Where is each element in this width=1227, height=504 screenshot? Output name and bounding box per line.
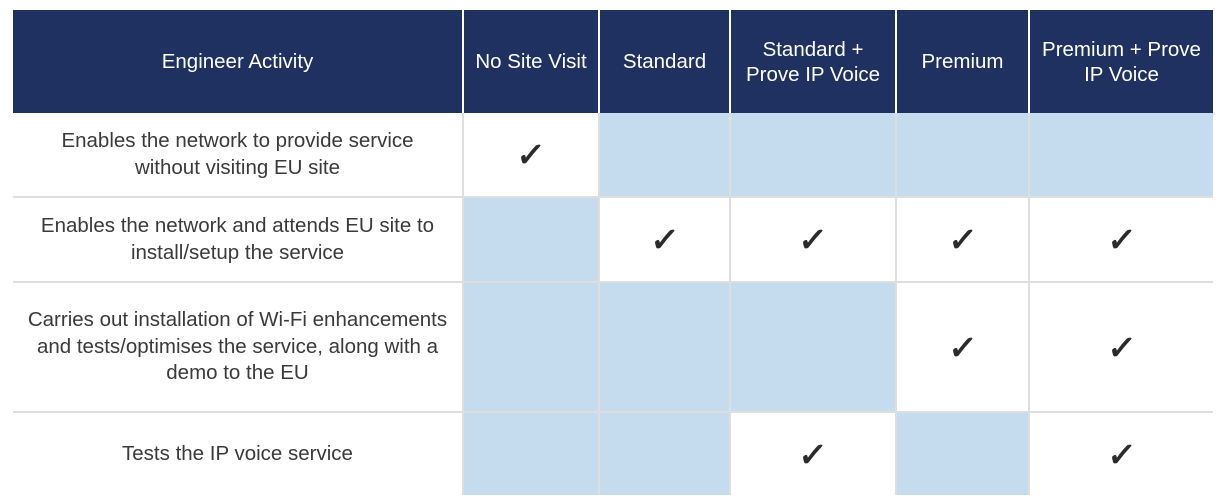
table-row: Enables the network and attends EU site … bbox=[13, 198, 1213, 283]
check-icon: ✓ bbox=[797, 435, 829, 473]
check-icon: ✓ bbox=[946, 221, 979, 258]
matrix-cell-no-site-visit[interactable] bbox=[464, 198, 600, 283]
table-row: Carries out installation of Wi-Fi enhanc… bbox=[13, 283, 1213, 413]
check-icon: ✓ bbox=[648, 221, 681, 258]
check-icon: ✓ bbox=[797, 221, 829, 258]
matrix-cell-standard-prove-ip-voice[interactable]: ✓ bbox=[731, 413, 897, 495]
column-header-premium-prove-ip-voice: Premium + Prove IP Voice bbox=[1030, 10, 1213, 113]
table-row: Tests the IP voice service ✓ ✓ bbox=[13, 413, 1213, 495]
check-icon: ✓ bbox=[946, 328, 979, 366]
matrix-cell-no-site-visit[interactable] bbox=[464, 283, 600, 413]
matrix-cell-standard[interactable] bbox=[600, 113, 731, 198]
matrix-cell-standard[interactable] bbox=[600, 413, 731, 495]
matrix-cell-premium[interactable] bbox=[897, 113, 1030, 198]
activity-label: Carries out installation of Wi-Fi enhanc… bbox=[13, 283, 464, 413]
matrix-cell-premium[interactable]: ✓ bbox=[897, 198, 1030, 283]
matrix-cell-standard-prove-ip-voice[interactable] bbox=[731, 283, 897, 413]
table-row: Enables the network to provide service w… bbox=[13, 113, 1213, 198]
column-header-standard: Standard bbox=[600, 10, 731, 113]
check-icon: ✓ bbox=[515, 136, 547, 173]
matrix-cell-premium[interactable]: ✓ bbox=[897, 283, 1030, 413]
header-row: Engineer Activity No Site Visit Standard… bbox=[13, 10, 1213, 113]
matrix-cell-no-site-visit[interactable]: ✓ bbox=[464, 113, 600, 198]
matrix-cell-standard-prove-ip-voice[interactable]: ✓ bbox=[731, 198, 897, 283]
matrix-cell-no-site-visit[interactable] bbox=[464, 413, 600, 495]
check-icon: ✓ bbox=[1105, 221, 1138, 258]
matrix-cell-premium-prove-ip-voice[interactable]: ✓ bbox=[1030, 283, 1213, 413]
matrix-cell-premium[interactable] bbox=[897, 413, 1030, 495]
column-header-no-site-visit: No Site Visit bbox=[464, 10, 600, 113]
column-header-engineer-activity: Engineer Activity bbox=[13, 10, 464, 113]
table-body: Enables the network to provide service w… bbox=[13, 113, 1213, 495]
activity-label: Enables the network and attends EU site … bbox=[13, 198, 464, 283]
matrix-cell-premium-prove-ip-voice[interactable]: ✓ bbox=[1030, 413, 1213, 495]
matrix-cell-premium-prove-ip-voice[interactable] bbox=[1030, 113, 1213, 198]
matrix-cell-standard-prove-ip-voice[interactable] bbox=[731, 113, 897, 198]
matrix-cell-premium-prove-ip-voice[interactable]: ✓ bbox=[1030, 198, 1213, 283]
check-icon: ✓ bbox=[1105, 435, 1138, 473]
column-header-premium: Premium bbox=[897, 10, 1030, 113]
matrix-cell-standard[interactable]: ✓ bbox=[600, 198, 731, 283]
page-container: Engineer Activity No Site Visit Standard… bbox=[0, 0, 1227, 504]
table-header: Engineer Activity No Site Visit Standard… bbox=[13, 10, 1213, 113]
check-icon: ✓ bbox=[1105, 328, 1138, 366]
activity-label: Enables the network to provide service w… bbox=[13, 113, 464, 198]
matrix-cell-standard[interactable] bbox=[600, 283, 731, 413]
column-header-standard-prove-ip-voice: Standard + Prove IP Voice bbox=[731, 10, 897, 113]
activity-label: Tests the IP voice service bbox=[13, 413, 464, 495]
engineer-activity-matrix-table: Engineer Activity No Site Visit Standard… bbox=[13, 10, 1213, 495]
